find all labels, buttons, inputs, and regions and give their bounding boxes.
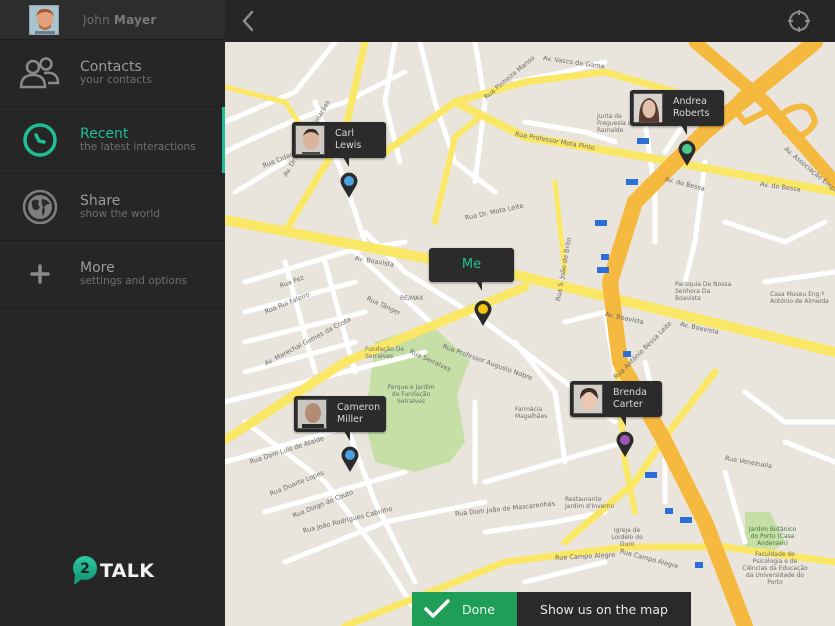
contact-first-name: Carl [335, 127, 354, 139]
map-pin-carl[interactable] [340, 172, 358, 198]
sidebar-item-share[interactable]: Share show the world [0, 174, 225, 241]
chat-bubble-logo-icon: 2 [73, 556, 97, 585]
globe-icon [18, 185, 62, 229]
top-bar [225, 0, 835, 42]
contact-callout-carl[interactable]: Carl Lewis [292, 122, 386, 167]
me-label: Me [461, 256, 482, 272]
poi-label: Parque e Jardim da Fundação Serralves [387, 384, 435, 405]
contact-callout-brenda[interactable]: Brenda Carter [570, 381, 662, 426]
app-logo: 2 TALK [72, 556, 154, 586]
poi-label: RE/MAX [400, 295, 424, 302]
sidebar-item-more[interactable]: More settings and options [0, 241, 225, 308]
logo-text: TALK [100, 560, 155, 582]
poi-label: Fundação De Serralves [365, 346, 405, 360]
map-view[interactable]: Av. Vasco da Gama Av. Boavista Av. Boavi… [225, 42, 835, 626]
locate-button[interactable] [787, 9, 811, 33]
map-pin-brenda[interactable] [616, 431, 634, 457]
contact-last-name: Carter [613, 399, 643, 410]
sidebar-item-contacts[interactable]: Contacts your contacts [0, 40, 225, 107]
contact-photo [633, 93, 663, 123]
contact-callout-andrea[interactable]: Andrea Roberts [630, 90, 724, 135]
done-label: Done [462, 601, 495, 617]
me-callout[interactable]: Me [429, 248, 514, 291]
sidebar: John Mayer Contacts your contacts Recent [0, 0, 225, 626]
contact-callout-cameron[interactable]: Cameron Miller [294, 396, 386, 441]
nav-subtitle: the latest interactions [80, 141, 196, 154]
map-pin-me[interactable] [474, 300, 492, 326]
done-button[interactable]: Done [412, 592, 517, 626]
profile-name: John Mayer [83, 13, 156, 27]
poi-label: Casa Museu Eng.º António de Almeida [770, 291, 829, 305]
contact-photo [573, 384, 603, 414]
map-pin-cameron[interactable] [341, 446, 359, 472]
nav-subtitle: show the world [80, 208, 160, 221]
chevron-left-icon [242, 10, 254, 32]
svg-text:2: 2 [80, 561, 90, 577]
checkmark-icon [424, 599, 450, 618]
crosshair-icon [788, 10, 810, 32]
profile-last-name: Mayer [113, 12, 157, 27]
contact-first-name: Brenda [613, 386, 647, 398]
nav-title: Recent [80, 125, 129, 142]
nav-title: More [80, 259, 115, 276]
contact-first-name: Andrea [673, 95, 707, 107]
show-on-map-label: Show us on the map [540, 601, 668, 617]
nav-subtitle: your contacts [80, 74, 152, 87]
back-button[interactable] [235, 8, 261, 34]
contact-last-name: Lewis [335, 140, 362, 151]
contact-photo [297, 399, 327, 429]
clock-icon [18, 118, 62, 162]
show-on-map-button[interactable]: Show us on the map [517, 592, 691, 626]
poi-label: Igreja de Lordelo do Ouro [611, 527, 643, 548]
poi-label: Faculdade de Psicologia e de Ciências da… [742, 551, 808, 586]
sidebar-item-recent[interactable]: Recent the latest interactions [0, 107, 225, 174]
nav-title: Share [80, 192, 121, 209]
profile-header[interactable]: John Mayer [0, 0, 225, 40]
contact-photo [295, 125, 325, 155]
nav-title: Contacts [80, 58, 142, 75]
contact-last-name: Roberts [673, 108, 710, 119]
map-pin-andrea[interactable] [678, 140, 696, 166]
poi-label: Restaurante Jardim d'Inverno [565, 496, 615, 510]
avatar[interactable] [29, 4, 59, 35]
contacts-icon [18, 51, 62, 95]
nav-subtitle: settings and options [80, 275, 187, 288]
poi-label: Jardim Botânico do Porto (Casa Andersen) [748, 526, 797, 547]
contact-first-name: Cameron [337, 401, 381, 413]
poi-label: Paróquia De Nossa Senhora Da Boavista [675, 281, 732, 302]
contact-last-name: Miller [337, 414, 363, 425]
poi-label: Farmácia Magalhães [515, 406, 548, 420]
profile-first-name: John [83, 12, 110, 27]
plus-icon [18, 252, 62, 296]
